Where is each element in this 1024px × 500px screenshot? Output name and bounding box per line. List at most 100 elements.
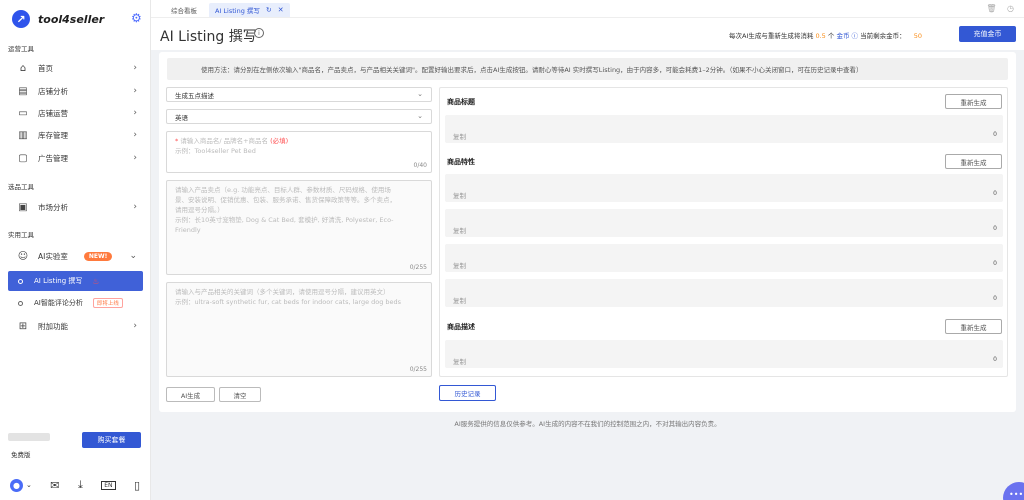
features-placeholder: 请输入产品卖点（e.g. 功能亮点、目标人群、参数材质、尺码规格、使用场 [175,186,391,194]
bullet-icon [18,278,23,284]
regenerate-features-button[interactable]: 重新生成 [945,154,1002,169]
copy-button[interactable]: 复制 [453,260,466,270]
buy-plan-button[interactable]: 购买套餐 [82,432,141,448]
chevron-right-icon: › [133,86,137,96]
features-input[interactable]: 请输入产品卖点（e.g. 功能亮点、目标人群、参数材质、尺码规格、使用场 景、安… [166,180,432,275]
copy-button[interactable]: 复制 [453,356,466,366]
char-count: 0 [993,260,997,267]
chevron-down-icon: ⌄ [26,481,32,489]
inventory-icon: ▥ [18,129,28,141]
chevron-right-icon: › [133,130,137,140]
chevron-right-icon: › [133,63,137,73]
tab-dashboard[interactable]: 综合看板 [165,3,203,17]
char-count: 0 [993,225,997,232]
mobile-icon[interactable]: ▯ [134,479,140,492]
sidebar-item-ai-listing[interactable]: AI Listing 撰写 ♨ [8,271,143,291]
chat-fab-button[interactable]: ••• [1003,482,1024,500]
copy-button[interactable]: 复制 [453,295,466,305]
chevron-down-icon: ⌄ [417,112,423,120]
sidebar-item-label: 附加功能 [38,321,68,331]
currency-link[interactable]: 金币 [836,32,849,40]
regenerate-title-button[interactable]: 重新生成 [945,94,1002,109]
trash-icon[interactable]: 🗑 [986,4,996,13]
regenerate-description-button[interactable]: 重新生成 [945,319,1002,334]
refresh-icon[interactable]: ↻ [266,6,272,14]
page-header: AI Listing 撰写 i 每次AI生成与重新生成将消耗 0.5 个 金币 … [151,18,1024,50]
close-icon[interactable]: ✕ [278,6,284,14]
chevron-right-icon: › [133,153,137,163]
feature-output: 复制 0 [445,279,1003,307]
sidebar-item-market[interactable]: ▣ 市场分析 › [8,197,143,217]
info-icon[interactable]: i [254,28,264,38]
top-tools: 🗑 ◷ [986,4,1014,13]
keywords-counter: 0/255 [409,366,427,373]
char-count: 0 [993,190,997,197]
ai-generate-button[interactable]: AI生成 [166,387,215,402]
mail-icon[interactable]: ✉ [50,479,59,492]
sidebar-item-label: AI实验室 [38,251,68,261]
sidebar-item-label: 广告管理 [38,153,68,163]
gear-icon[interactable]: ⚙ [131,12,143,24]
features-counter: 0/255 [409,264,427,271]
copy-button[interactable]: 复制 [453,190,466,200]
plan-label: 免费版 [11,451,31,459]
mode-select[interactable]: 生成五点描述 ⌄ [166,87,432,102]
features-placeholder: 请用逗号分隔。） [175,206,224,214]
name-counter: 0/40 [413,162,427,169]
fire-icon: ♨ [92,276,100,286]
sidebar-item-ai-lab[interactable]: ☺ AI实验室 NEW! ⌄ [8,246,143,266]
copy-button[interactable]: 复制 [453,225,466,235]
language-select-value: 英语 [175,113,188,122]
sidebar-item-extras[interactable]: ⊞ 附加功能 › [8,316,143,336]
monitor-icon: ▢ [18,152,28,164]
clear-button[interactable]: 清空 [219,387,261,402]
sidebar-item-ads[interactable]: ▢ 广告管理 › [8,148,143,168]
feature-output: 复制 0 [445,174,1003,202]
help-icon[interactable]: ⓘ [852,32,859,40]
cost-info: 每次AI生成与重新生成将消耗 0.5 个 金币 ⓘ 当前剩余金币： 50 [729,30,922,40]
features-example: Friendly [175,226,201,234]
sidebar-item-shop-operations[interactable]: ▭ 店铺运营 › [8,103,143,123]
title-output: 复制 0 [445,115,1003,143]
sidebar-item-home[interactable]: ⌂ 首页 › [8,58,143,78]
output-panel: 商品标题 重新生成 复制 0 商品特性 重新生成 复制 0 复制 0 复制 0 … [439,87,1008,377]
more-icon: ••• [1009,490,1024,499]
char-count: 0 [993,356,997,363]
sidebar-item-ai-review[interactable]: AI智能评论分析 即将上线 [8,293,143,313]
sidebar-item-label: 店铺分析 [38,86,68,96]
chevron-down-icon: ⌄ [129,251,137,261]
sidebar: ↗ tool4seller ⚙ 运营工具 ⌂ 首页 › ▤ 店铺分析 › ▭ 店… [0,0,151,500]
disclaimer: AI服务提供的信息仅供参考。AI生成的内容不在我们的控制范围之内，不对其输出内容… [454,420,721,428]
grid-icon: ⊞ [18,320,28,332]
copy-button[interactable]: 复制 [453,131,466,141]
sidebar-item-label: AI智能评论分析 [34,299,83,307]
sidebar-item-label: 库存管理 [38,130,68,140]
store-icon: ▭ [18,107,28,119]
recharge-button[interactable]: 充值金币 [959,26,1016,42]
balance-prefix: 当前剩余金币： [860,32,906,40]
name-placeholder: 请输入商品名/ 品牌名+商品名 [180,137,269,145]
tab-label: 综合看板 [171,7,197,15]
sidebar-item-shop-analysis[interactable]: ▤ 店铺分析 › [8,81,143,101]
description-output: 复制 0 [445,340,1003,368]
language-select[interactable]: 英语 ⌄ [166,109,432,124]
keywords-input[interactable]: 请输入与产品相关的关键词（多个关键词，请使用逗号分隔，建议用英文） 示例：ult… [166,282,432,377]
account-name [8,433,50,441]
sidebar-item-label: 首页 [38,63,53,73]
coming-soon-badge: 即将上线 [92,298,123,308]
language-icon[interactable]: EN [101,480,116,490]
history-clock-icon[interactable]: ◷ [1007,4,1014,13]
product-name-input[interactable]: * 请输入商品名/ 品牌名+商品名 (必填) 示例：Tool4seller Pe… [166,131,432,173]
logo[interactable]: ↗ tool4seller [12,10,104,28]
tab-ai-listing[interactable]: AI Listing 撰写 ↻ ✕ [209,3,290,17]
download-icon[interactable]: ⤓ [78,478,83,492]
features-section-label: 商品特性 [447,158,475,166]
chevron-right-icon: › [133,108,137,118]
sidebar-item-inventory[interactable]: ▥ 库存管理 › [8,125,143,145]
description-section-label: 商品描述 [447,323,475,331]
history-button[interactable]: 历史记录 [439,385,496,401]
required-mark: (必填) [270,137,289,145]
user-menu[interactable]: ● ⌄ [10,478,32,492]
char-count: 0 [993,131,997,138]
name-example: 示例：Tool4seller Pet Bed [175,147,256,155]
